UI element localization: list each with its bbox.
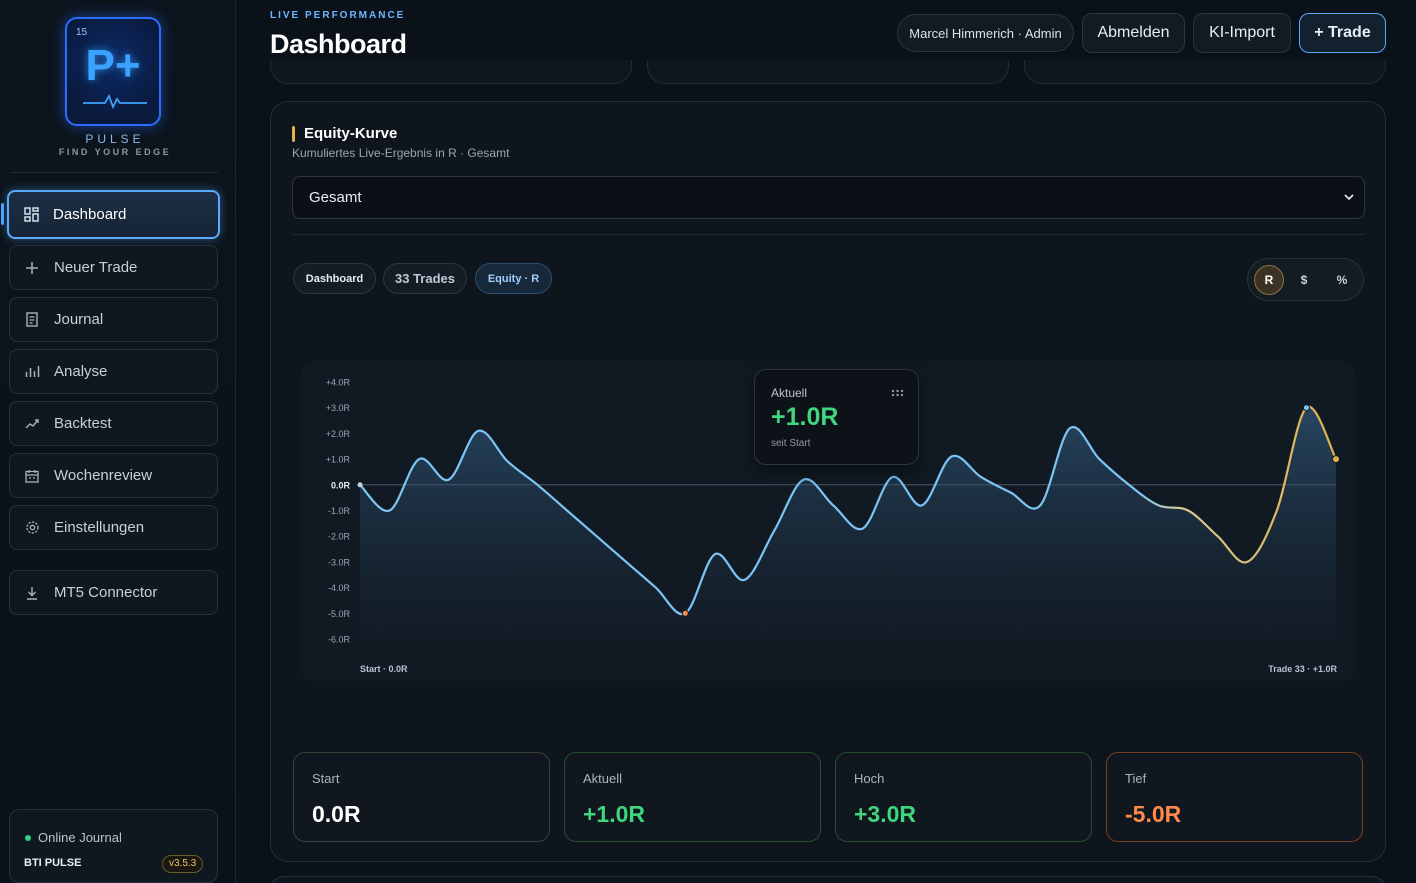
card-subtitle: Kumuliertes Live-Ergebnis in R · Gesamt bbox=[292, 146, 510, 160]
stat-label: Start bbox=[312, 771, 340, 786]
sidebar-item-label: MT5 Connector bbox=[54, 584, 158, 601]
tooltip-value: +1.0R bbox=[771, 403, 839, 431]
bar-chart-icon bbox=[24, 365, 40, 378]
kpi-card-partial bbox=[1024, 60, 1386, 84]
sidebar-item-label: Wochenreview bbox=[54, 467, 153, 484]
sidebar-item-dashboard[interactable]: Dashboard bbox=[7, 190, 220, 239]
title-accent-bar bbox=[292, 126, 295, 142]
stat-value: +1.0R bbox=[583, 801, 646, 827]
footer-product-name: BTI PULSE bbox=[24, 857, 82, 869]
brand-logo[interactable]: 15 P+ bbox=[65, 17, 161, 126]
tooltip-subtitle: seit Start bbox=[771, 438, 811, 449]
unit-dollar-button[interactable]: $ bbox=[1289, 265, 1319, 295]
y-tick-label: +1.0R bbox=[326, 455, 351, 465]
sidebar-item-backtest[interactable]: Backtest bbox=[9, 401, 218, 446]
drag-grip-icon[interactable] bbox=[891, 389, 904, 397]
y-tick-label: 0.0R bbox=[331, 480, 351, 490]
sidebar-item-einstellungen[interactable]: Einstellungen bbox=[9, 505, 218, 550]
version-badge: v3.5.3 bbox=[162, 855, 204, 873]
y-tick-label: -1.0R bbox=[328, 506, 351, 516]
y-tick-label: +2.0R bbox=[326, 429, 351, 439]
sidebar-item-label: Analyse bbox=[54, 363, 108, 380]
current-value-tooltip[interactable]: Aktuell +1.0R seit Start bbox=[754, 369, 919, 465]
logo-badge-number: 15 bbox=[76, 27, 88, 38]
y-tick-label: -5.0R bbox=[328, 609, 351, 619]
start-point-marker bbox=[357, 482, 363, 488]
plus-icon bbox=[24, 261, 40, 275]
scope-select[interactable]: Gesamt bbox=[292, 176, 1365, 219]
stat-label: Hoch bbox=[854, 771, 885, 786]
sidebar-divider bbox=[10, 172, 218, 173]
y-tick-label: -6.0R bbox=[328, 635, 351, 645]
next-card-partial bbox=[270, 876, 1386, 883]
gear-icon bbox=[24, 520, 40, 535]
logo-mark: P+ bbox=[85, 41, 141, 90]
calendar-icon bbox=[24, 469, 40, 483]
ki-import-button[interactable]: KI-Import bbox=[1193, 13, 1291, 53]
tooltip-label: Aktuell bbox=[771, 386, 808, 400]
x-start-label: Start · 0.0R bbox=[360, 664, 408, 674]
y-tick-label: -4.0R bbox=[328, 583, 351, 593]
sidebar-footer: Online Journal BTI PULSE v3.5.3 bbox=[9, 809, 218, 883]
stat-card-high: Hoch +3.0R bbox=[835, 752, 1092, 842]
kpi-card-partial bbox=[647, 60, 1009, 84]
online-status-dot bbox=[25, 835, 31, 841]
brand-tagline: FIND YOUR EDGE bbox=[58, 147, 172, 157]
kpi-card-partial bbox=[270, 60, 632, 84]
active-indicator bbox=[1, 203, 4, 225]
sidebar-item-analyse[interactable]: Analyse bbox=[9, 349, 218, 394]
stat-value: -5.0R bbox=[1125, 801, 1182, 827]
page-title: Dashboard bbox=[270, 29, 407, 59]
card-title: Equity-Kurve bbox=[304, 125, 398, 142]
low-point-marker bbox=[681, 609, 689, 617]
unit-toggle: R $ % bbox=[1247, 258, 1364, 301]
brand-name: PULSE bbox=[85, 132, 145, 146]
pulse-icon bbox=[83, 93, 147, 109]
stat-card-current: Aktuell +1.0R bbox=[564, 752, 821, 842]
equity-unit-pill: Equity · R bbox=[475, 263, 552, 294]
user-chip[interactable]: Marcel Himmerich · Admin bbox=[897, 14, 1074, 52]
trades-count-pill: 33 Trades bbox=[383, 263, 467, 294]
document-icon bbox=[24, 312, 40, 327]
equity-card: Equity-Kurve Kumuliertes Live-Ergebnis i… bbox=[270, 101, 1386, 862]
card-divider bbox=[292, 234, 1365, 235]
x-end-label: Trade 33 · +1.0R bbox=[1268, 664, 1337, 674]
y-tick-label: +3.0R bbox=[326, 403, 351, 413]
sidebar-item-label: Journal bbox=[54, 311, 104, 328]
current-point-marker bbox=[1332, 455, 1340, 464]
chevron-down-icon bbox=[1344, 190, 1354, 204]
download-icon bbox=[24, 586, 40, 600]
header-kicker: LIVE PERFORMANCE bbox=[270, 10, 406, 21]
y-tick-label: +4.0R bbox=[326, 378, 351, 388]
sidebar-item-label: Neuer Trade bbox=[54, 259, 138, 276]
unit-r-button[interactable]: R bbox=[1254, 265, 1284, 295]
stat-value: 0.0R bbox=[312, 801, 361, 827]
logout-button[interactable]: Abmelden bbox=[1082, 13, 1185, 53]
sidebar-item-label: Backtest bbox=[54, 415, 112, 432]
stat-value: +3.0R bbox=[854, 801, 917, 827]
sidebar-item-label: Einstellungen bbox=[54, 519, 145, 536]
stat-label: Tief bbox=[1125, 771, 1147, 786]
scope-select-value: Gesamt bbox=[309, 189, 362, 206]
high-point-marker bbox=[1302, 404, 1310, 412]
sidebar-item-mt5-connector[interactable]: MT5 Connector bbox=[9, 570, 218, 615]
trend-up-icon bbox=[24, 418, 40, 430]
stat-card-low: Tief -5.0R bbox=[1106, 752, 1363, 842]
sidebar-item-new-trade[interactable]: Neuer Trade bbox=[9, 245, 218, 290]
sidebar: 15 P+ PULSE FIND YOUR EDGE Dashboard Neu… bbox=[0, 0, 236, 883]
y-tick-label: -3.0R bbox=[328, 557, 351, 567]
y-tick-label: -2.0R bbox=[328, 532, 351, 542]
dashboard-grid-icon bbox=[23, 207, 39, 222]
add-trade-button[interactable]: + Trade bbox=[1299, 13, 1386, 53]
stat-label: Aktuell bbox=[583, 771, 623, 786]
stat-card-start: Start 0.0R bbox=[293, 752, 550, 842]
dashboard-pill: Dashboard bbox=[293, 263, 376, 294]
sidebar-item-wochenreview[interactable]: Wochenreview bbox=[9, 453, 218, 498]
sidebar-item-label: Dashboard bbox=[53, 206, 127, 223]
sidebar-item-journal[interactable]: Journal bbox=[9, 297, 218, 342]
unit-percent-button[interactable]: % bbox=[1327, 265, 1357, 295]
status-text: Online Journal bbox=[38, 830, 122, 845]
